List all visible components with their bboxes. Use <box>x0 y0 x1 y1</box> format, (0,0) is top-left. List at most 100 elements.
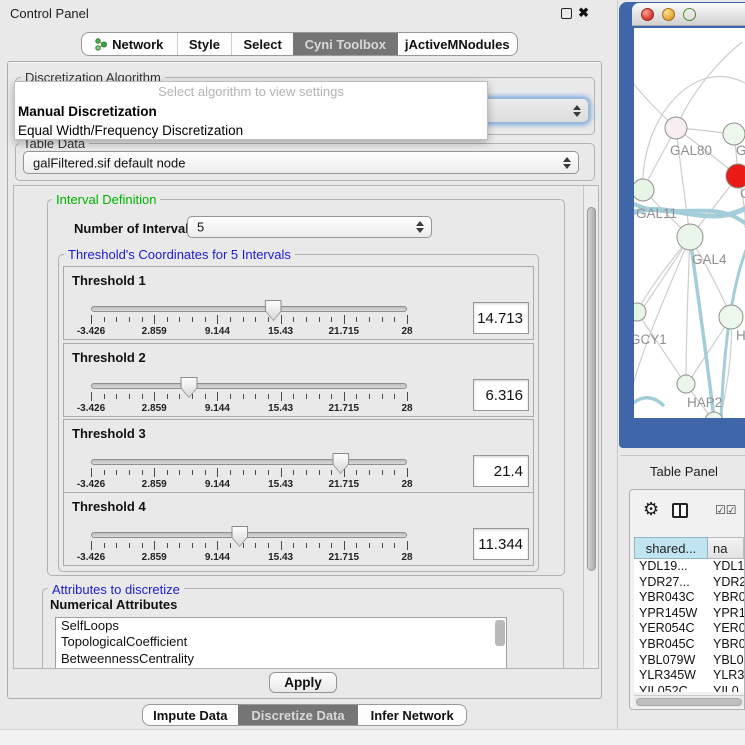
table-row[interactable]: YER054C YER0 <box>634 621 744 637</box>
popup-option-equal-width[interactable]: Equal Width/Frequency Discretization <box>15 121 487 140</box>
zoom-traffic-light-icon[interactable] <box>683 8 696 21</box>
popup-option-manual[interactable]: Manual Discretization <box>15 102 487 121</box>
cell-shared-name: YPR145W <box>639 606 697 622</box>
tick-label: 21.715 <box>329 403 360 414</box>
threshold-label: Threshold 1 <box>72 273 146 288</box>
table-row[interactable]: YDL19... YDL1 <box>634 559 744 575</box>
threshold-slider[interactable]: -3.4262.8599.14415.4321.71528 <box>91 297 407 339</box>
table-row[interactable]: YBR043CYBR0 <box>634 590 744 606</box>
split-columns-icon[interactable] <box>672 503 688 518</box>
tab-discretize-data[interactable]: Discretize Data <box>238 705 359 725</box>
table-body: YDL19... YDL1YDR27...YDR2YBR043CYBR0YPR14… <box>634 559 744 692</box>
tick-label: -3.426 <box>77 403 105 414</box>
threshold-value-field[interactable] <box>473 379 529 411</box>
network-canvas[interactable]: GAL80GACGAL11GAL4GCY1HHAP2 <box>634 28 745 418</box>
gear-icon[interactable]: ⚙ <box>643 500 659 518</box>
threshold-box-4: Threshold 4 -3.4262.8599.14415.4321.7152… <box>63 492 534 566</box>
tick-label: -3.426 <box>77 552 105 563</box>
tick-label: 2.859 <box>142 479 167 490</box>
tab-infer-network[interactable]: Infer Network <box>358 705 466 725</box>
attribute-list-item[interactable]: BetweennessCentrality <box>56 651 506 667</box>
threshold-slider[interactable]: -3.4262.8599.14415.4321.71528 <box>91 374 407 416</box>
checkbox-icons[interactable]: ☑☑ <box>715 503 737 517</box>
combo-stepper-icon <box>416 221 424 233</box>
network-node[interactable] <box>677 224 703 250</box>
threshold-value-field[interactable] <box>473 528 529 560</box>
tick-mark <box>407 392 408 401</box>
tick-label: 9.144 <box>205 552 230 563</box>
table-row[interactable]: YBR045CYBR0 <box>634 637 744 653</box>
close-icon[interactable]: ✖ <box>578 5 589 21</box>
network-node[interactable] <box>723 123 745 145</box>
bottom-strip <box>0 729 745 745</box>
threshold-slider[interactable]: -3.4262.8599.14415.4321.71528 <box>91 523 407 565</box>
cell-name: YDL1 <box>713 559 744 575</box>
network-node-label: HAP2 <box>687 395 722 410</box>
combo-stepper-icon <box>563 157 571 169</box>
attribute-list-item[interactable]: TopologicalCoefficient <box>56 634 506 650</box>
threshold-box-3: Threshold 3 -3.4262.8599.14415.4321.7152… <box>63 419 534 493</box>
threshold-slider[interactable]: -3.4262.8599.14415.4321.71528 <box>91 450 407 492</box>
tick-label: 9.144 <box>205 326 230 337</box>
list-scrollbar-thumb[interactable] <box>495 620 505 646</box>
apply-button[interactable]: Apply <box>269 672 337 693</box>
network-node[interactable] <box>665 117 687 139</box>
threshold-value-field[interactable] <box>473 455 529 487</box>
number-of-intervals-combo[interactable]: 5 <box>187 216 432 238</box>
thresholds-group-label: Threshold's Coordinates for 5 Intervals <box>64 247 295 262</box>
cell-name: YLR3 <box>713 668 744 684</box>
float-window-icon[interactable] <box>561 8 572 19</box>
tab-cyni-toolbox[interactable]: Cyni Toolbox <box>293 33 398 55</box>
column-header-shared-name[interactable]: shared... <box>634 537 708 559</box>
numerical-attributes-label: Numerical Attributes <box>50 597 177 612</box>
network-node-label: H <box>736 328 745 343</box>
tab-style[interactable]: Style <box>177 33 232 55</box>
threshold-value-field[interactable] <box>473 302 529 334</box>
column-header-name[interactable]: na <box>708 537 744 559</box>
cell-name: YBL0 <box>713 653 744 669</box>
network-node[interactable] <box>726 164 745 188</box>
network-node[interactable] <box>677 375 695 393</box>
table-row[interactable]: YIL052CYIL0 <box>634 684 744 692</box>
tick-mark <box>407 315 408 324</box>
tab-select[interactable]: Select <box>231 33 293 55</box>
close-traffic-light-icon[interactable] <box>641 8 654 21</box>
cell-shared-name: YBR045C <box>639 637 695 653</box>
tick-label: -3.426 <box>77 326 105 337</box>
scrollbar-thumb[interactable] <box>587 207 596 571</box>
tab-label: Discretize Data <box>251 708 344 723</box>
network-node[interactable] <box>634 179 654 201</box>
tab-label: Select <box>244 37 282 52</box>
network-window-titlebar[interactable] <box>632 3 745 26</box>
cell-shared-name: YER054C <box>639 621 695 637</box>
network-edge <box>686 237 690 384</box>
cell-name: YER0 <box>713 621 744 637</box>
tab-network[interactable]: Network <box>82 33 177 55</box>
tick-label: 28 <box>401 552 412 563</box>
vertical-scrollbar[interactable] <box>583 186 598 668</box>
network-node-label: GAL11 <box>636 206 677 221</box>
algorithm-dropdown-popup: Select algorithm to view settings Manual… <box>14 81 488 140</box>
threshold-box-2: Threshold 2 -3.4262.8599.14415.4321.7152… <box>63 343 534 417</box>
tab-impute-data[interactable]: Impute Data <box>143 705 238 725</box>
network-node-label: GCY1 <box>634 332 667 347</box>
tab-jactivemnodules[interactable]: jActiveMNodules <box>398 33 517 55</box>
tick-label: 2.859 <box>142 326 167 337</box>
network-edge-thick <box>634 398 664 406</box>
slider-tick-labels: -3.4262.8599.14415.4321.71528 <box>91 523 407 565</box>
table-row[interactable]: YDR27...YDR2 <box>634 575 744 591</box>
cell-shared-name: YDL19... <box>639 559 688 575</box>
table-data-combo[interactable]: galFiltered.sif default node <box>23 151 579 174</box>
minimize-traffic-light-icon[interactable] <box>662 8 675 21</box>
scrollbar-thumb[interactable] <box>636 698 742 706</box>
table-row[interactable]: YLR345WYLR3 <box>634 668 744 684</box>
panel-title: Control Panel <box>10 6 89 21</box>
tick-label: 15.43 <box>268 479 293 490</box>
table-row[interactable]: YPR145WYPR1 <box>634 606 744 622</box>
tick-label: 21.715 <box>329 479 360 490</box>
table-row[interactable]: YBL079WYBL0 <box>634 653 744 669</box>
network-node[interactable] <box>719 305 743 329</box>
horizontal-scrollbar[interactable] <box>634 695 744 707</box>
attribute-list-item[interactable]: SelfLoops <box>56 618 506 634</box>
threshold-label: Threshold 3 <box>72 426 146 441</box>
